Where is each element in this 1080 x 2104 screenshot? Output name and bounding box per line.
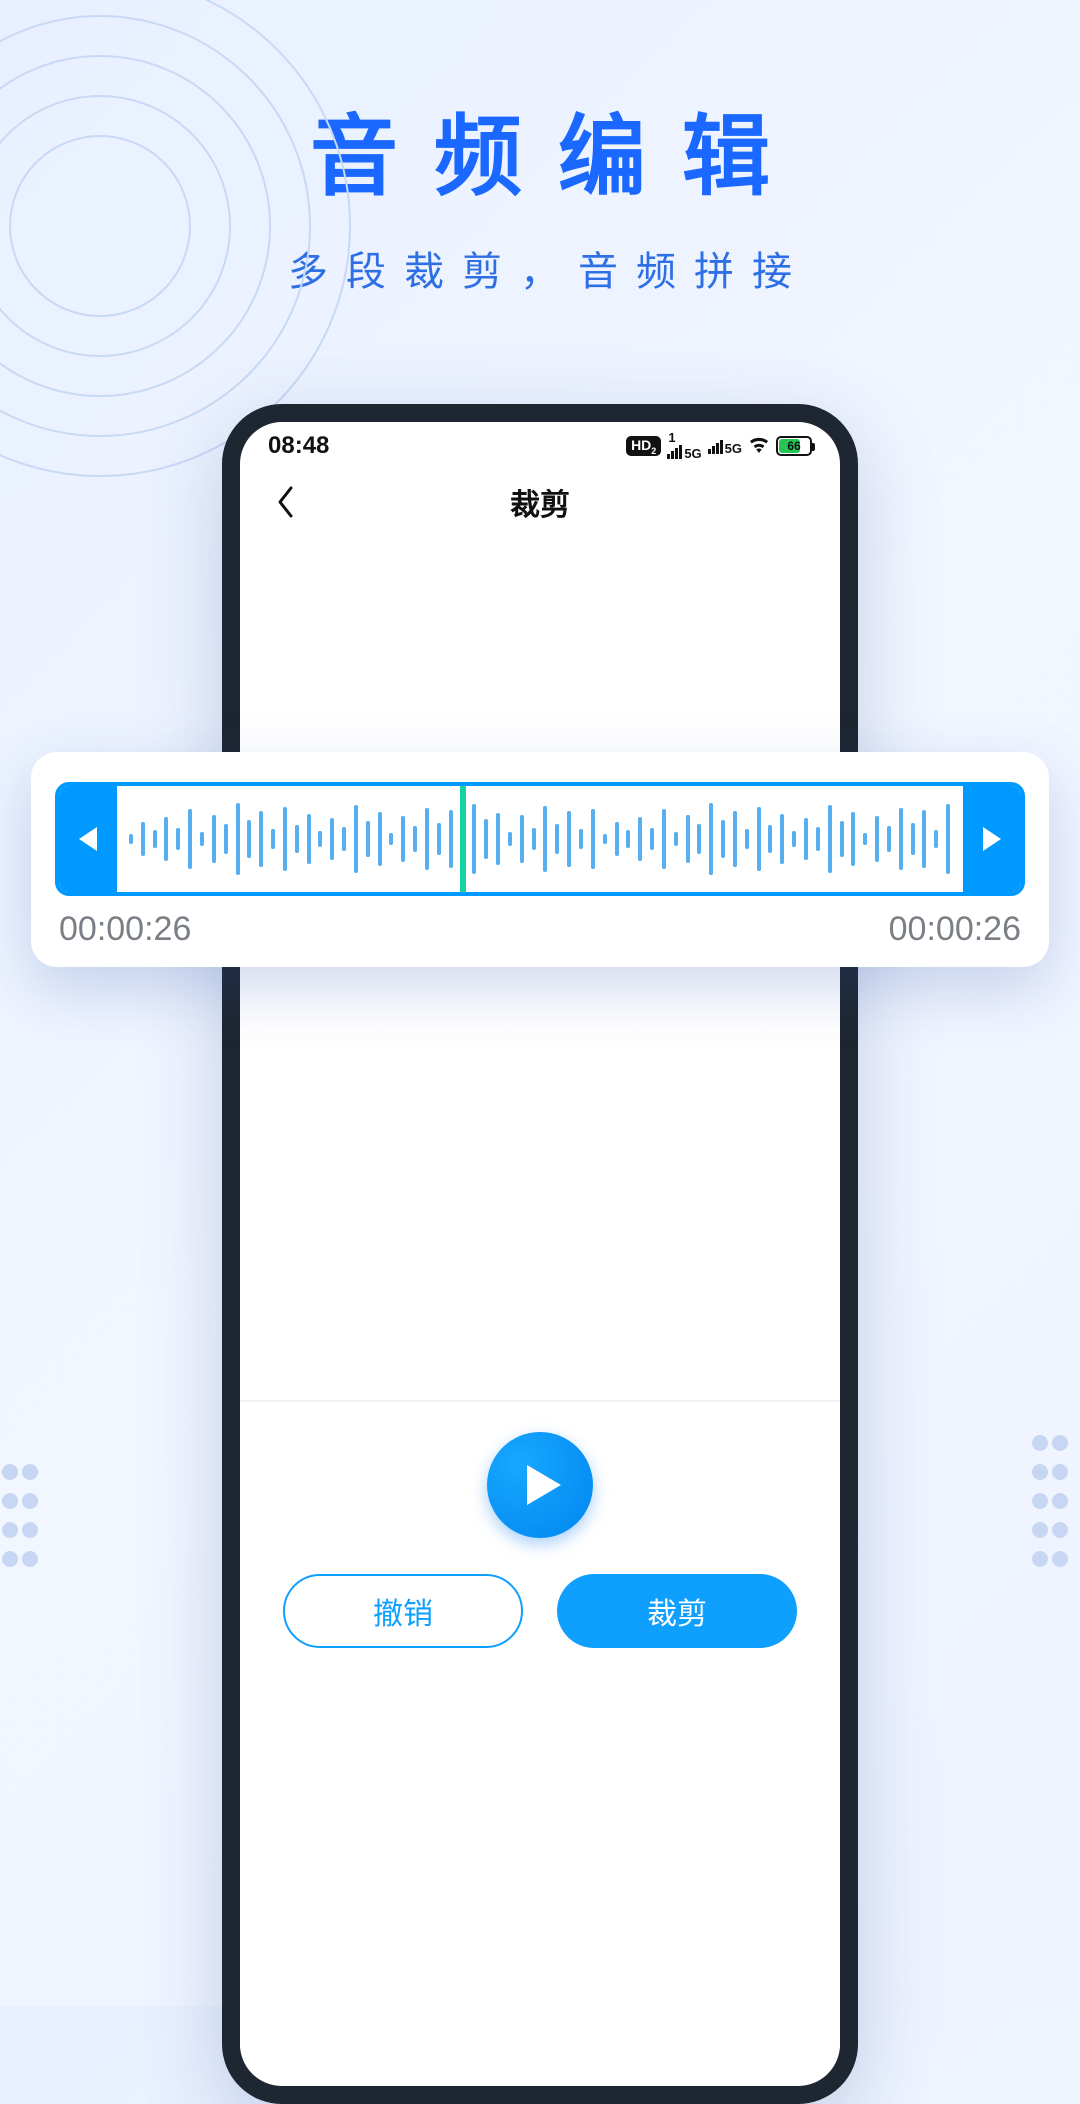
play-icon (525, 1463, 563, 1507)
wifi-icon (748, 432, 770, 460)
status-time: 08:48 (268, 432, 329, 460)
signal-2-icon: 5G (708, 438, 742, 454)
app-bar: 裁剪 (240, 464, 840, 540)
chevron-left-icon (276, 486, 296, 518)
cut-label: 裁剪 (647, 1589, 707, 1633)
signal-1-icon: 1 5G (667, 433, 701, 459)
play-button[interactable] (487, 1432, 593, 1538)
appbar-title: 裁剪 (510, 480, 570, 524)
undo-button[interactable]: 撤销 (283, 1574, 523, 1648)
trim-handle-right[interactable] (963, 786, 1021, 892)
status-bar: 08:48 HD2 1 5G 5G (240, 422, 840, 464)
triangle-right-icon (981, 826, 1003, 852)
back-button[interactable] (268, 484, 304, 520)
cut-button[interactable]: 裁剪 (557, 1574, 797, 1648)
playhead[interactable] (460, 786, 466, 892)
phone-mockup: 08:48 HD2 1 5G 5G (222, 404, 858, 2104)
triangle-left-icon (77, 826, 99, 852)
page-headline: 音频编辑 (0, 86, 1080, 213)
decorative-dots-right (1030, 1431, 1080, 1576)
hd-badge: HD2 (626, 436, 661, 457)
waveform-area[interactable] (117, 786, 963, 892)
time-end: 00:00:26 (889, 910, 1021, 949)
undo-label: 撤销 (373, 1589, 433, 1633)
page-subtitle: 多段裁剪，音频拼接 (0, 239, 1080, 297)
waveform-card: 00:00:26 00:00:26 (31, 752, 1049, 967)
decorative-dots-left (0, 1460, 50, 1576)
battery-icon: 66 (776, 436, 812, 456)
time-start: 00:00:26 (59, 910, 191, 949)
trim-handle-left[interactable] (59, 786, 117, 892)
waveform-track[interactable] (55, 782, 1025, 896)
divider (240, 1400, 840, 1402)
